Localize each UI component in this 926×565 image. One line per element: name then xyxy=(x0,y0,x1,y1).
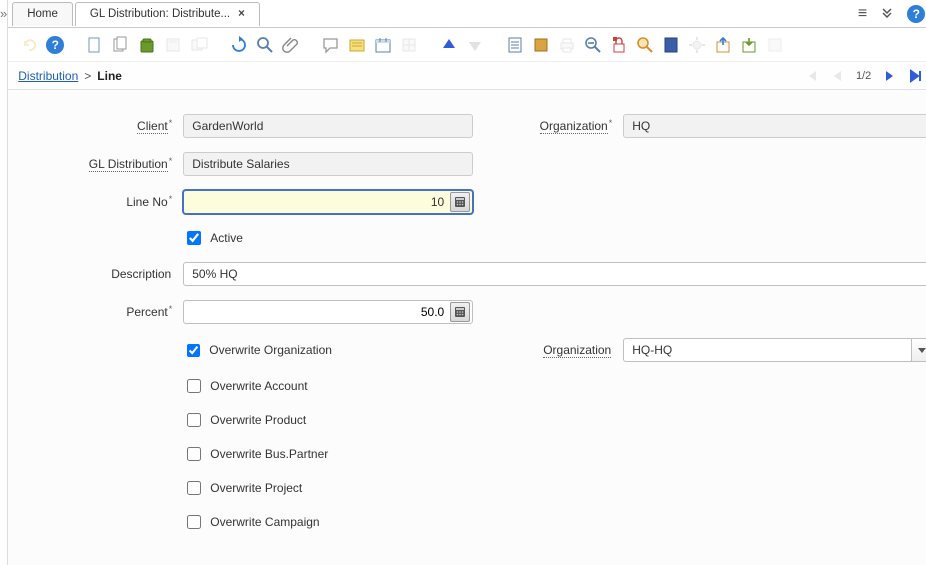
calendar-icon[interactable] xyxy=(372,34,394,56)
report-icon[interactable] xyxy=(504,34,526,56)
checkbox-ov-campaign[interactable] xyxy=(187,515,201,529)
label-description: Description xyxy=(8,267,173,281)
copy-record-icon[interactable] xyxy=(110,34,132,56)
undo-icon xyxy=(18,34,40,56)
parent-nav-down-icon xyxy=(464,34,486,56)
new-record-icon[interactable] xyxy=(84,34,106,56)
label-active: Active xyxy=(210,231,243,245)
checkbox-ov-product[interactable] xyxy=(187,413,201,427)
print-icon xyxy=(556,34,578,56)
search-icon[interactable] xyxy=(254,34,276,56)
active-wf-icon[interactable] xyxy=(660,34,682,56)
page-count: 1/2 xyxy=(856,70,871,82)
label-line-no: Line No xyxy=(8,195,173,209)
delete-record-icon[interactable] xyxy=(136,34,158,56)
note-icon[interactable] xyxy=(346,34,368,56)
calculator-button[interactable] xyxy=(450,192,470,212)
help-toolbar-icon[interactable]: ? xyxy=(44,34,66,56)
last-record-icon[interactable] xyxy=(909,69,923,83)
tab-gl-distribution[interactable]: GL Distribution: Distribute... × xyxy=(75,2,260,26)
expand-sidebar-icon[interactable] xyxy=(0,6,7,21)
refresh-icon[interactable] xyxy=(228,34,250,56)
save-record-icon xyxy=(162,34,184,56)
label-organization2: Organization xyxy=(483,343,613,357)
label-ov-campaign: Overwrite Campaign xyxy=(210,515,319,529)
breadcrumb-row: Distribution > Line 1/2 xyxy=(8,62,926,90)
checkbox-active[interactable] xyxy=(187,231,201,245)
attachment-icon[interactable] xyxy=(280,34,302,56)
breadcrumb-sep: > xyxy=(84,69,91,83)
tab-home-label: Home xyxy=(27,8,58,20)
checkbox-ov-account[interactable] xyxy=(187,379,201,393)
field-client: GardenWorld xyxy=(183,114,473,138)
field-description[interactable]: 50% HQ xyxy=(183,262,926,286)
label-ov-org: Overwrite Organization xyxy=(209,343,332,357)
toolbar: ? xyxy=(8,28,926,62)
label-organization: Organization xyxy=(483,119,613,133)
export-icon[interactable] xyxy=(712,34,734,56)
chat-icon[interactable] xyxy=(320,34,342,56)
collapse-icon[interactable] xyxy=(881,6,893,21)
label-ov-bpartner: Overwrite Bus.Partner xyxy=(210,447,328,461)
breadcrumb-parent[interactable]: Distribution xyxy=(18,69,78,83)
lock-icon[interactable] xyxy=(608,34,630,56)
menu-icon[interactable] xyxy=(858,5,867,23)
label-ov-project: Overwrite Project xyxy=(210,481,302,495)
save-new-icon xyxy=(188,34,210,56)
label-percent: Percent xyxy=(8,305,173,319)
input-percent[interactable] xyxy=(192,304,448,320)
customize-icon xyxy=(764,34,786,56)
label-gl-distribution: GL Distribution xyxy=(8,157,173,171)
dropdown-button-org2[interactable] xyxy=(911,338,926,362)
field-organization: HQ xyxy=(623,114,926,138)
first-record-icon xyxy=(804,69,818,83)
field-organization2[interactable]: HQ-HQ xyxy=(623,338,926,362)
breadcrumb-current: Line xyxy=(97,69,122,83)
checkbox-ov-project[interactable] xyxy=(187,481,201,495)
label-ov-product: Overwrite Product xyxy=(210,413,306,427)
label-client: Client xyxy=(8,119,173,133)
zoom-out-icon[interactable] xyxy=(582,34,604,56)
tabs-bar: Home GL Distribution: Distribute... × ? xyxy=(8,0,926,28)
close-tab-icon[interactable]: × xyxy=(238,8,245,20)
checkbox-ov-bpartner[interactable] xyxy=(187,447,201,461)
archive-icon[interactable] xyxy=(530,34,552,56)
calculator-button-percent[interactable] xyxy=(450,302,470,322)
field-gl-distribution: Distribute Salaries xyxy=(183,152,473,176)
tab-active-label: GL Distribution: Distribute... xyxy=(90,8,230,20)
parent-nav-up-icon[interactable] xyxy=(438,34,460,56)
field-line-no[interactable] xyxy=(183,190,473,214)
tab-home[interactable]: Home xyxy=(12,2,73,26)
grid-toggle-icon xyxy=(398,34,420,56)
checkbox-ov-org[interactable] xyxy=(187,344,200,357)
help-icon[interactable]: ? xyxy=(907,5,925,23)
label-ov-account: Overwrite Account xyxy=(210,379,307,393)
next-record-icon[interactable] xyxy=(883,69,897,83)
input-line-no[interactable] xyxy=(192,194,448,210)
field-percent[interactable] xyxy=(183,300,473,324)
pager: 1/2 xyxy=(804,69,923,83)
zoom-across-icon[interactable] xyxy=(634,34,656,56)
gear-icon xyxy=(686,34,708,56)
prev-record-icon xyxy=(830,69,844,83)
import-icon[interactable] xyxy=(738,34,760,56)
